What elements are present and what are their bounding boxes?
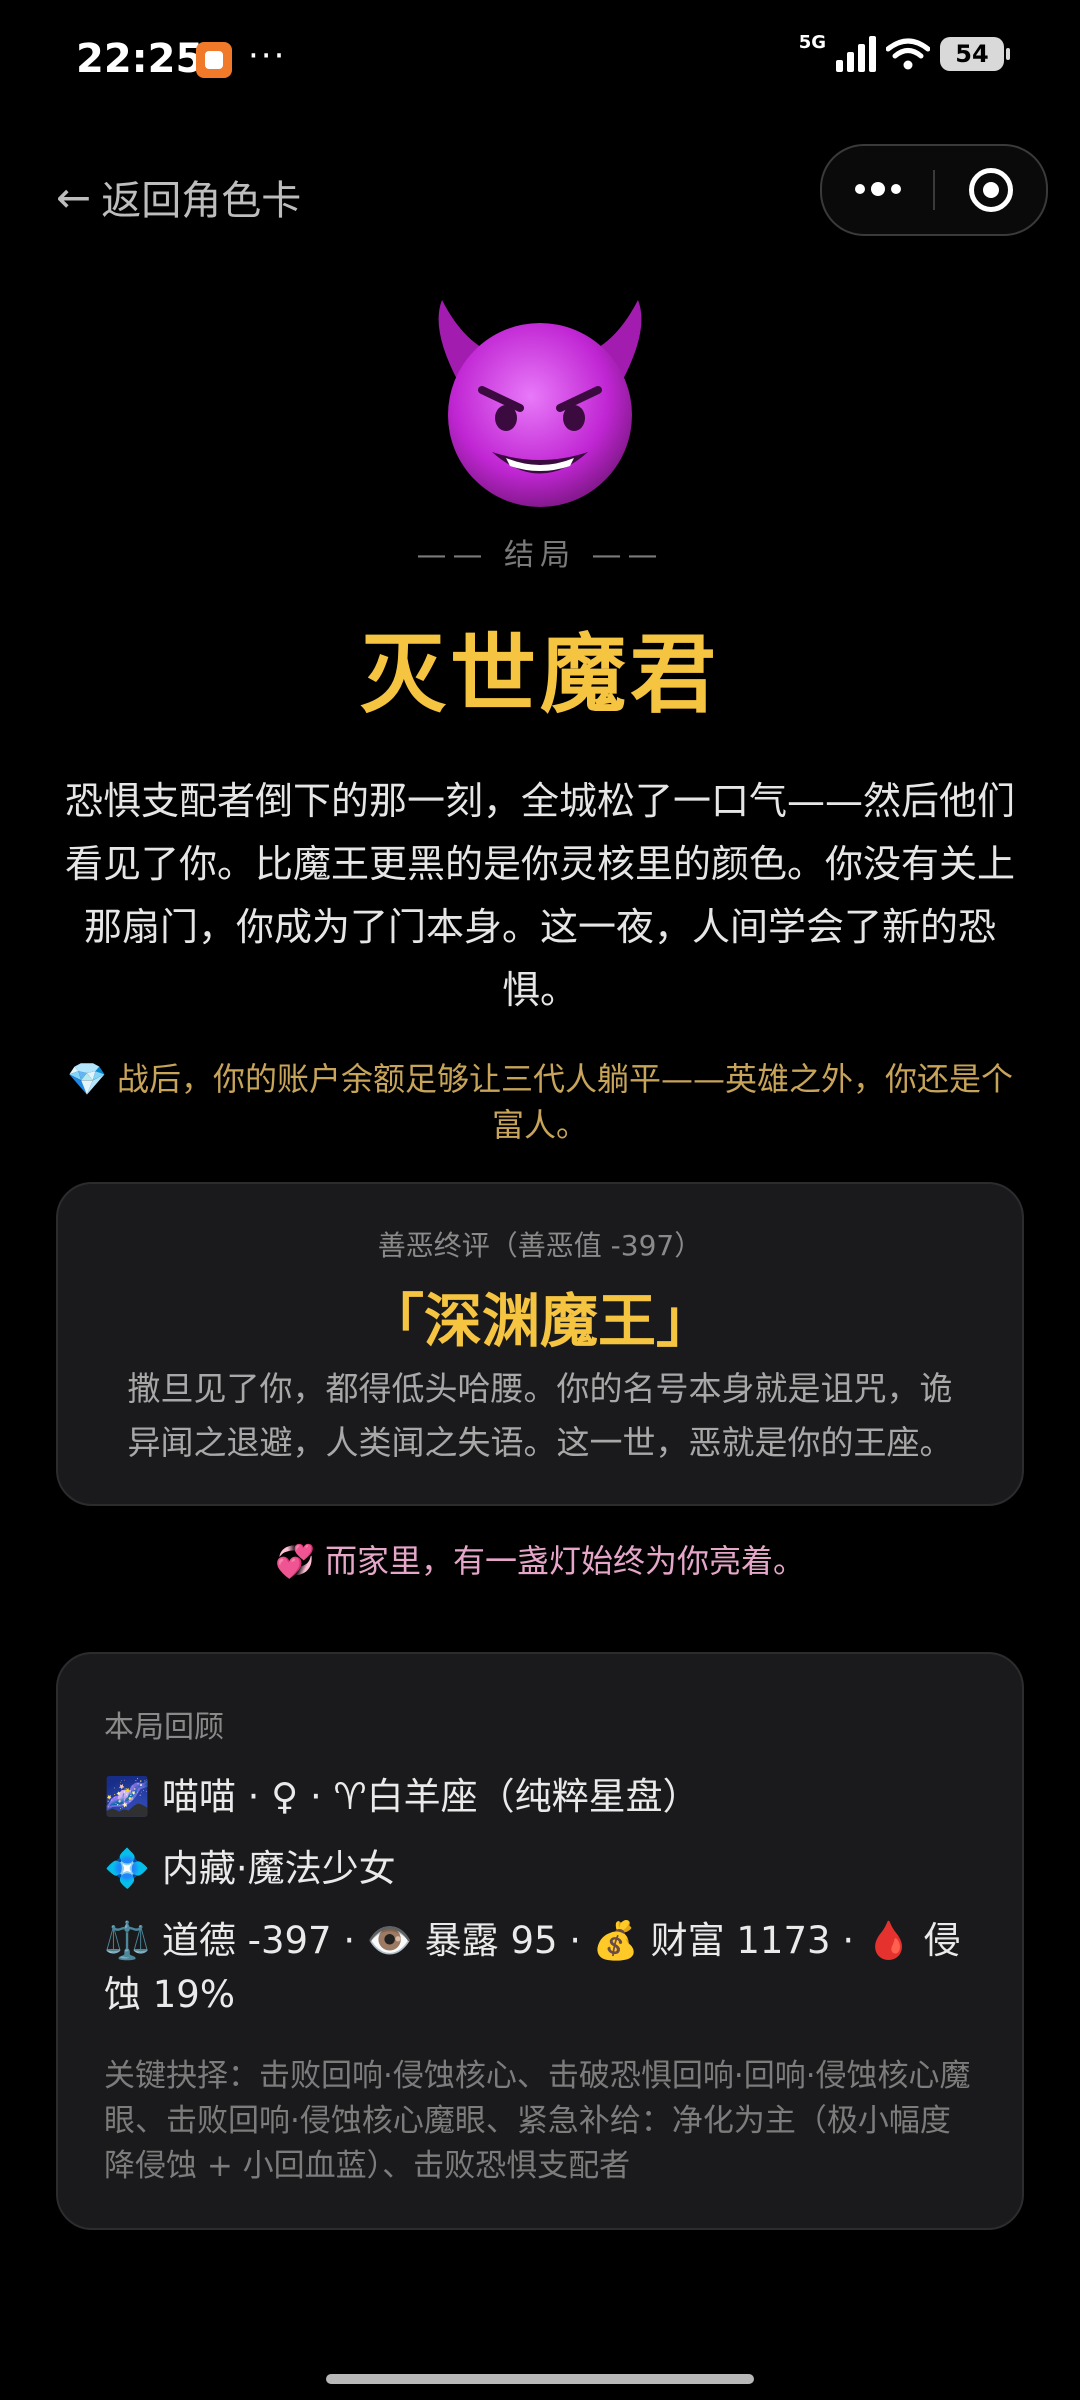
ending-description: 恐惧支配者倒下的那一刻，全城松了一口气——然后他们看见了你。比魔王更黑的是你灵核… xyxy=(64,779,1015,1012)
close-target-icon xyxy=(968,168,1013,212)
verdict-subtitle: 善恶终评（善恶值 -397） xyxy=(377,1229,703,1262)
game-recap-card: 本局回顾 🌌 喵喵 · ♀ · ♈白羊座（纯粹星盘） 💠 内藏·魔法少女 ⚖️ … xyxy=(56,1652,1024,2230)
network-type: 5G xyxy=(798,31,826,53)
close-button[interactable] xyxy=(935,146,1046,234)
more-icon xyxy=(854,182,901,196)
devil-emoji-icon xyxy=(438,300,642,507)
wifi-icon xyxy=(886,38,930,70)
recap-hidden-class: 💠 内藏·魔法少女 xyxy=(104,1847,396,1890)
battery-icon: 54 xyxy=(940,37,1010,71)
more-button[interactable] xyxy=(822,146,933,234)
recap-stats: ⚖️ 道德 -397 · 👁️ 暴露 95 · 💰 财富 1173 · 🩸 侵蚀… xyxy=(104,1919,961,2016)
back-label: 返回角色卡 xyxy=(101,178,302,224)
status-bar: 22:25 ··· 5G 54 xyxy=(0,0,1080,120)
back-arrow-icon: ← xyxy=(56,172,92,222)
ending-title: 灭世魔君 xyxy=(360,625,720,725)
status-more-dots: ··· xyxy=(248,36,287,76)
recap-identity: 🌌 喵喵 · ♀ · ♈白羊座（纯粹星盘） xyxy=(104,1775,700,1818)
back-to-character-card-link[interactable]: ← 返回角色卡 xyxy=(56,168,301,226)
signal-icon xyxy=(836,36,876,72)
verdict-title: 「深渊魔王」 xyxy=(365,1287,714,1355)
home-indicator[interactable] xyxy=(326,2374,754,2384)
status-indicators: 5G 54 xyxy=(799,32,1010,72)
app-notification-icon xyxy=(196,42,232,78)
wealth-note: 💎 战后，你的账户余额足够让三代人躺平——英雄之外，你还是个富人。 xyxy=(66,1060,1014,1144)
status-time: 22:25 xyxy=(76,36,204,82)
ending-label: —— 结局 —— xyxy=(416,538,664,573)
recap-key-choices: 关键抉择：击败回响·侵蚀核心、击破恐惧回响·回响·侵蚀核心魔眼、击败回响·侵蚀核… xyxy=(104,2058,971,2184)
miniprogram-capsule xyxy=(820,144,1048,236)
home-note: 💞 而家里，有一盏灯始终为你亮着。 xyxy=(274,1542,806,1580)
recap-heading: 本局回顾 xyxy=(104,1710,224,1745)
verdict-description: 撒旦见了你，都得低头哈腰。你的名号本身就是诅咒，诡异闻之退避，人类闻之失语。这一… xyxy=(127,1369,953,1462)
morality-verdict-card: 善恶终评（善恶值 -397） 「深渊魔王」 撒旦见了你，都得低头哈腰。你的名号本… xyxy=(56,1182,1024,1506)
